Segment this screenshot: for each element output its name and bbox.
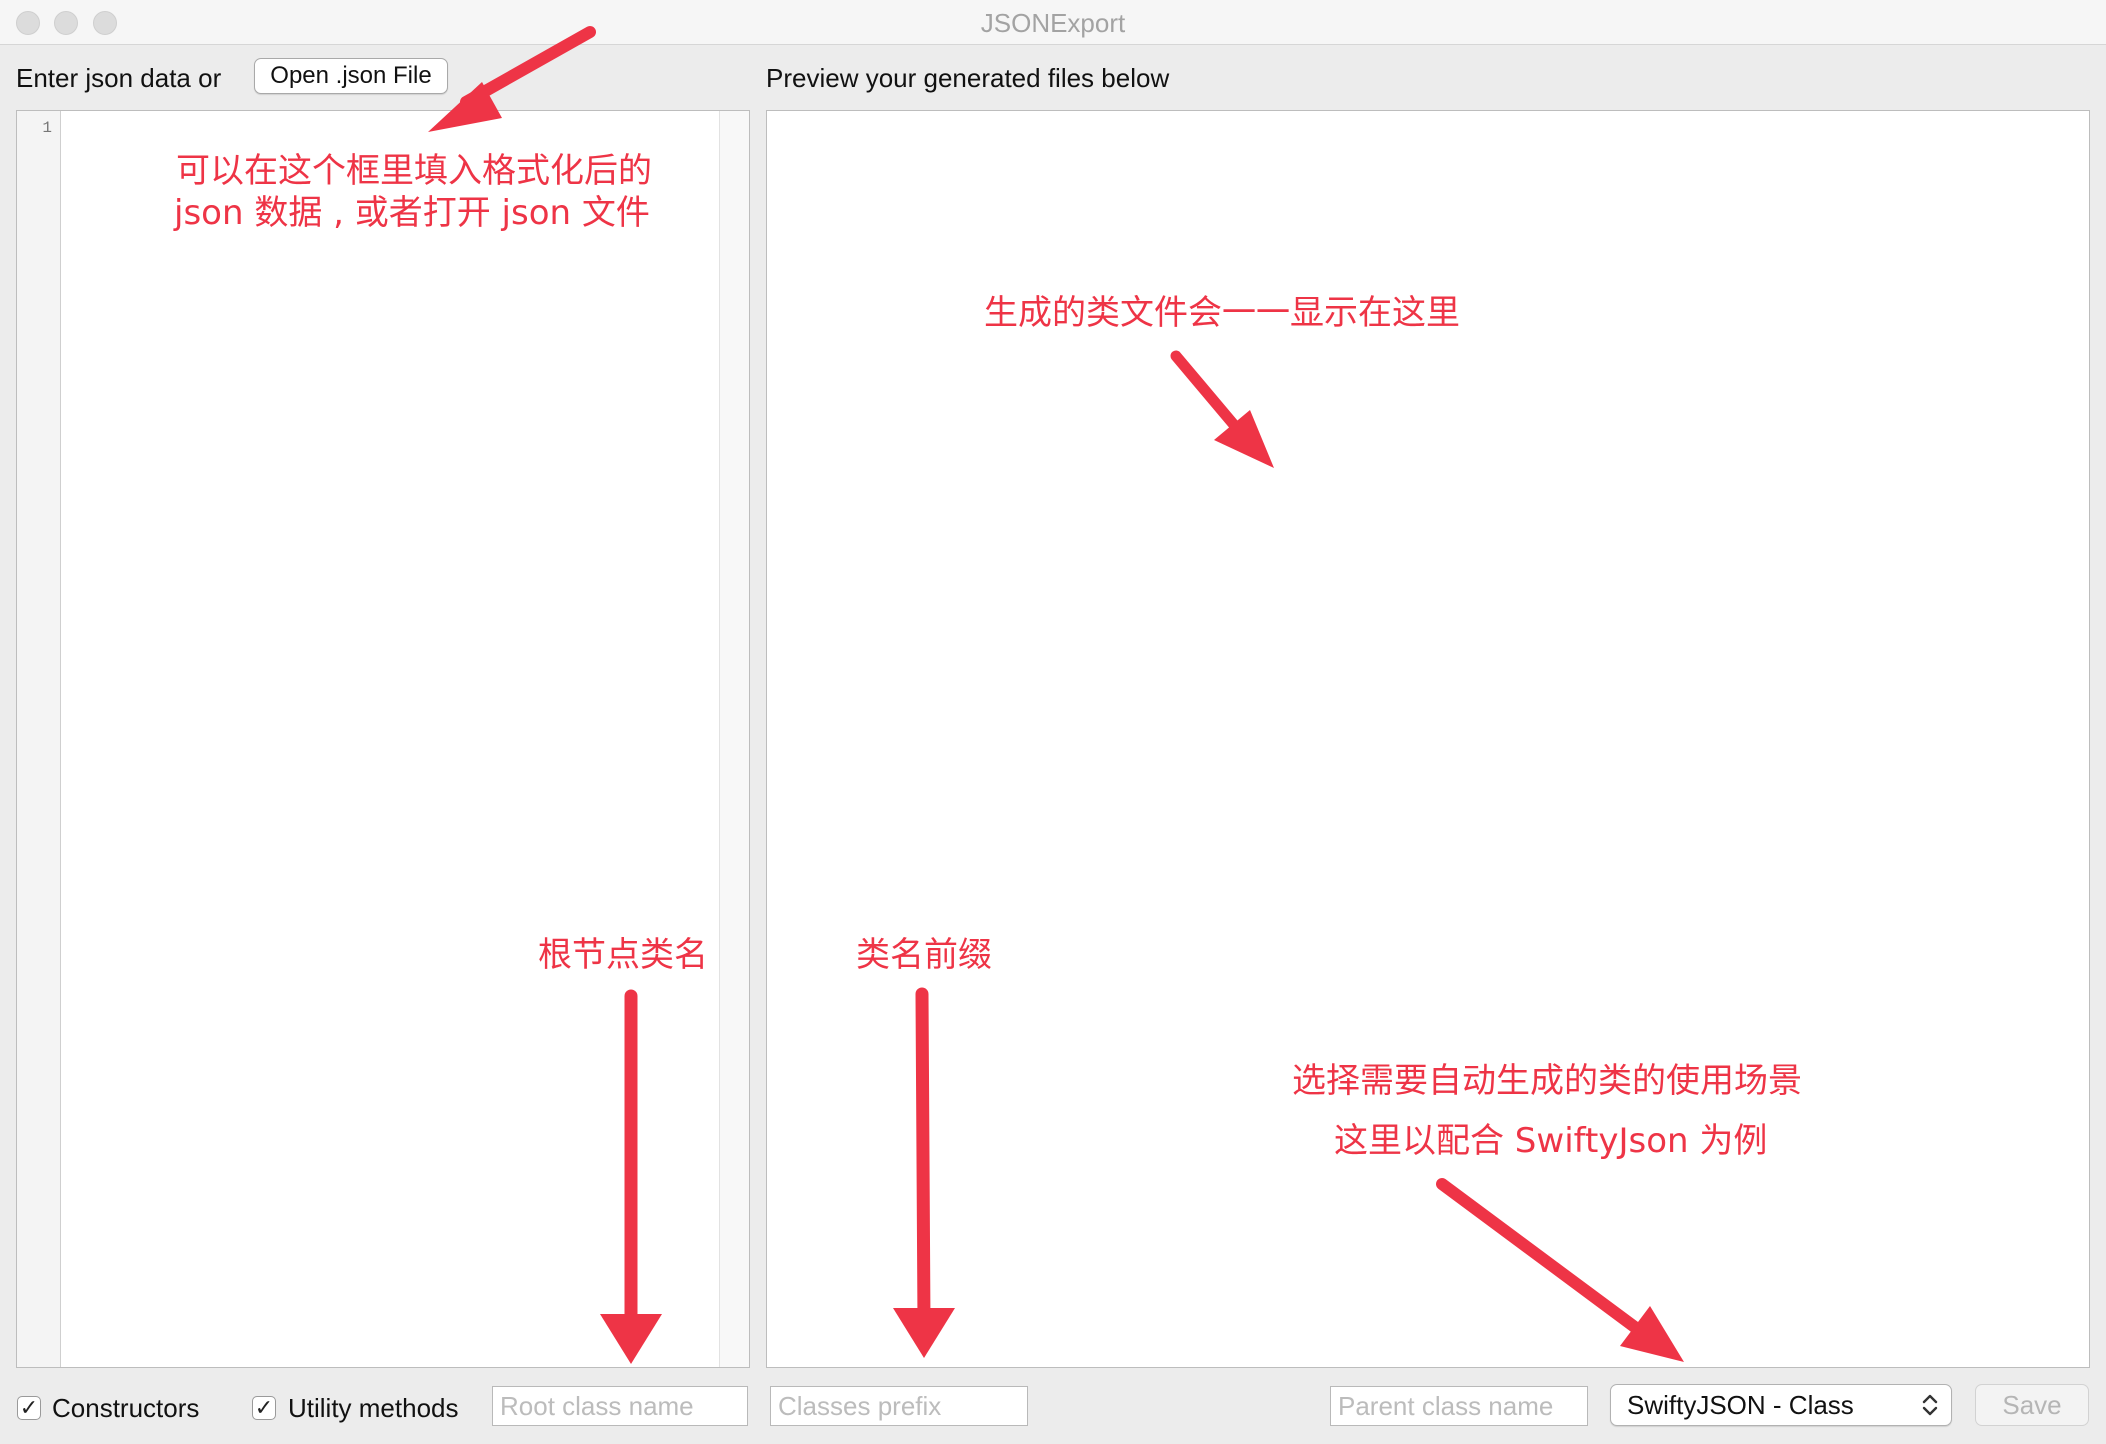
- app-window: JSONExport Enter json data or Open .json…: [0, 0, 2106, 1444]
- annotation-arrows: [428, 26, 1684, 1364]
- arrow-to-classes-prefix-icon: [893, 987, 955, 1358]
- arrow-to-language-select-icon: [1436, 1178, 1684, 1362]
- arrow-to-root-class-icon: [600, 989, 662, 1364]
- arrow-to-open-button-icon: [428, 26, 596, 132]
- arrow-to-preview-icon: [1170, 350, 1274, 468]
